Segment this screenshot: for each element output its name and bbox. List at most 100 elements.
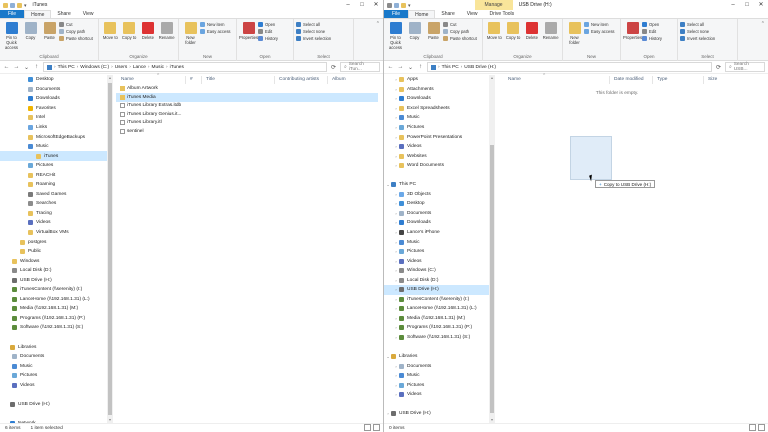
new-folder-button[interactable]: New folder	[181, 21, 200, 46]
cut-button[interactable]: Cut	[59, 22, 93, 27]
address-box[interactable]: › This PC › USB Drive (H:)	[427, 62, 712, 72]
large-icons-view-icon[interactable]	[758, 424, 765, 431]
nav-item[interactable]: Programs (\\192.168.1.31) (P:)	[0, 314, 107, 324]
scrollbar-thumb[interactable]	[490, 145, 494, 413]
file-row[interactable]: Album Artwork	[116, 85, 378, 94]
nav-item[interactable]: › Videos	[384, 142, 489, 152]
breadcrumb-separator-icon[interactable]: ›	[77, 65, 79, 70]
properties-button[interactable]: Properties	[239, 21, 258, 41]
nav-item[interactable]: Links	[0, 123, 107, 133]
back-arrow-icon[interactable]: ←	[3, 64, 10, 70]
tab-home[interactable]: Home	[408, 10, 436, 18]
copy-to-button[interactable]: Copy to	[120, 21, 139, 41]
ribbon-collapse-icon[interactable]: ⌃	[761, 21, 765, 27]
cut-button[interactable]: Cut	[443, 22, 477, 27]
copy-button[interactable]: Copy	[405, 21, 424, 41]
nav-item[interactable]: › iTunesContent (\\serenity) (I:)	[384, 295, 489, 305]
nav-item[interactable]: Pictures	[0, 161, 107, 171]
nav-item[interactable]: Downloads	[0, 94, 107, 104]
nav-item[interactable]: USB Drive (H:)	[0, 400, 107, 410]
nav-item[interactable]: Windows	[0, 256, 107, 266]
large-icons-view-icon[interactable]	[373, 424, 380, 431]
delete-button[interactable]: Delete	[523, 21, 542, 41]
tab-file[interactable]: File	[0, 10, 25, 18]
column-header--[interactable]: #	[190, 77, 193, 82]
new-folder-icon[interactable]	[401, 2, 406, 8]
nav-item[interactable]: Tracing	[0, 209, 107, 219]
maximize-button[interactable]: □	[740, 0, 754, 10]
navigation-scrollbar[interactable]: ▴ ▾	[489, 75, 495, 423]
search-box[interactable]: ⌕ Search iTun...	[340, 62, 380, 72]
column-header-type[interactable]: Type	[657, 77, 667, 82]
nav-item[interactable]: › Music	[384, 371, 489, 381]
nav-item[interactable]: › Excel Spreadsheets	[384, 104, 489, 114]
nav-item[interactable]: Public	[0, 247, 107, 257]
chevron-down-icon[interactable]: ▾	[408, 3, 411, 9]
move-to-button[interactable]: Move to	[485, 21, 504, 41]
nav-item[interactable]: › 3D Objects	[384, 190, 489, 200]
nav-item[interactable]: › Software (\\192.168.1.31) (S:)	[384, 333, 489, 343]
invert-selection-button[interactable]: Invert selection	[296, 36, 331, 41]
copy-path-button[interactable]: Copy path	[59, 29, 93, 34]
nav-item[interactable]: › USB Drive (H:)	[384, 285, 489, 295]
search-box[interactable]: ⌕ Search USB...	[725, 62, 765, 72]
forward-arrow-icon[interactable]: →	[397, 64, 404, 70]
scroll-up-icon[interactable]: ▴	[107, 75, 113, 81]
select-all-button[interactable]: Select all	[680, 22, 715, 27]
breadcrumb-separator-icon[interactable]: ›	[148, 65, 150, 70]
paste-button[interactable]: Paste	[424, 21, 443, 41]
pin-quick-access-button[interactable]: Pin to Quick access	[2, 21, 21, 50]
column-divider[interactable]	[201, 76, 202, 84]
breadcrumb-item[interactable]: Music	[152, 65, 165, 70]
tab-file[interactable]: File	[384, 10, 409, 18]
nav-item[interactable]: › Downloads	[384, 94, 489, 104]
paste-shortcut-button[interactable]: Paste shortcut	[59, 36, 93, 41]
scroll-up-icon[interactable]: ▴	[489, 75, 495, 81]
column-header-album[interactable]: Album	[332, 77, 346, 82]
nav-item[interactable]: › Programs (\\192.168.1.31) (P:)	[384, 323, 489, 333]
new-folder-icon[interactable]	[17, 2, 22, 8]
invert-selection-button[interactable]: Invert selection	[680, 36, 715, 41]
history-button[interactable]: History	[642, 36, 662, 41]
select-none-button[interactable]: Select none	[296, 29, 331, 34]
nav-item[interactable]: › Documents	[384, 361, 489, 371]
nav-item[interactable]: Videos	[0, 218, 107, 228]
nav-item[interactable]: › Attachments	[384, 85, 489, 95]
column-header-title[interactable]: Title	[206, 77, 215, 82]
nav-item[interactable]: ⌄ This PC	[384, 180, 489, 190]
nav-item[interactable]: › Local Disk (D:)	[384, 275, 489, 285]
nav-item[interactable]: LanceHome (\\192.168.1.31) (L:)	[0, 295, 107, 305]
nav-item[interactable]: › Lance's iPhone	[384, 228, 489, 238]
nav-item[interactable]: postgres	[0, 237, 107, 247]
nav-item[interactable]: Saved Games	[0, 190, 107, 200]
properties-button[interactable]: Properties	[623, 21, 642, 41]
paste-shortcut-button[interactable]: Paste shortcut	[443, 36, 477, 41]
nav-item[interactable]: Intel	[0, 113, 107, 123]
breadcrumb-separator-icon[interactable]: ›	[129, 65, 131, 70]
breadcrumb-separator-icon[interactable]: ›	[461, 65, 463, 70]
nav-item[interactable]: › PowerPoint Presentations	[384, 132, 489, 142]
new-item-button[interactable]: New item	[200, 22, 231, 27]
minimize-button[interactable]: –	[726, 0, 740, 10]
close-button[interactable]: ✕	[754, 0, 768, 10]
breadcrumb-item[interactable]: USB Drive (H:)	[464, 65, 496, 70]
refresh-icon[interactable]: ⟳	[330, 64, 337, 71]
nav-item[interactable]: › Downloads	[384, 218, 489, 228]
column-divider[interactable]	[609, 76, 610, 84]
nav-item[interactable]: USB Drive (H:)	[0, 275, 107, 285]
sort-chevron-icon[interactable]: ⌃	[542, 74, 546, 79]
column-header-date-modified[interactable]: Date modified	[614, 77, 644, 82]
nav-item[interactable]: › Apps	[384, 75, 489, 85]
tab-share[interactable]: Share	[51, 10, 76, 18]
rename-button[interactable]: Rename	[157, 21, 176, 41]
nav-item[interactable]: Videos	[0, 381, 107, 391]
breadcrumb-item[interactable]: iTunes	[170, 65, 184, 70]
column-header-name[interactable]: Name	[508, 77, 521, 82]
sort-chevron-icon[interactable]: ⌃	[156, 74, 160, 79]
nav-item[interactable]: Roaming	[0, 180, 107, 190]
nav-item[interactable]: › LanceHome (\\192.168.1.31) (L:)	[384, 304, 489, 314]
close-button[interactable]: ✕	[369, 0, 383, 10]
move-to-button[interactable]: Move to	[101, 21, 120, 41]
breadcrumb-separator-icon[interactable]: ›	[111, 65, 113, 70]
rename-button[interactable]: Rename	[541, 21, 560, 41]
